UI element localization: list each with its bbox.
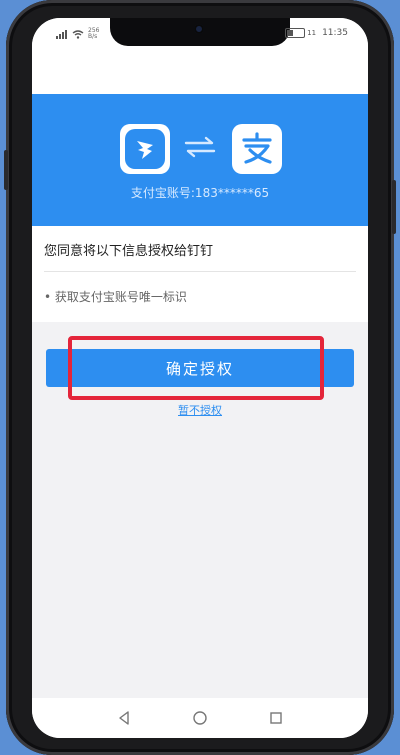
back-icon[interactable] xyxy=(114,708,134,728)
notch xyxy=(110,18,290,46)
clock: 11:35 xyxy=(322,28,348,38)
dingtalk-logo-icon xyxy=(120,124,170,174)
home-icon[interactable] xyxy=(190,708,210,728)
front-camera-icon xyxy=(194,24,204,34)
status-left: 256 B/s xyxy=(56,28,99,40)
network-speed: 256 B/s xyxy=(88,28,99,40)
highlight-annotation xyxy=(68,336,324,400)
navigation-bar xyxy=(32,698,368,738)
status-right: 11 11:35 xyxy=(285,28,348,38)
battery-indicator: 11 xyxy=(285,28,316,38)
permission-item: • 获取支付宝账号唯一标识 xyxy=(44,290,187,304)
page-header-area xyxy=(32,50,368,94)
alipay-account-label: 支付宝账号:183******65 xyxy=(130,186,270,200)
consent-heading: 您同意将以下信息授权给钉钉 xyxy=(44,244,214,259)
power-button xyxy=(392,180,396,234)
divider xyxy=(44,271,356,272)
decline-authorize-link[interactable]: 暂不授权 xyxy=(32,402,368,418)
status-bar: 256 B/s 11 11:35 xyxy=(32,18,368,50)
recents-icon[interactable] xyxy=(266,708,286,728)
alipay-logo-icon xyxy=(232,124,282,174)
battery-icon xyxy=(285,28,306,38)
signal-icon xyxy=(56,29,67,39)
swap-arrows-icon xyxy=(184,136,216,158)
wifi-icon xyxy=(72,29,84,39)
battery-level: 11 xyxy=(307,29,317,37)
phone-screen: 256 B/s 11 11:35 支付宝账号:183******65 您同意将以… xyxy=(32,18,368,738)
network-speed-unit: B/s xyxy=(88,33,98,40)
volume-button xyxy=(4,150,8,190)
